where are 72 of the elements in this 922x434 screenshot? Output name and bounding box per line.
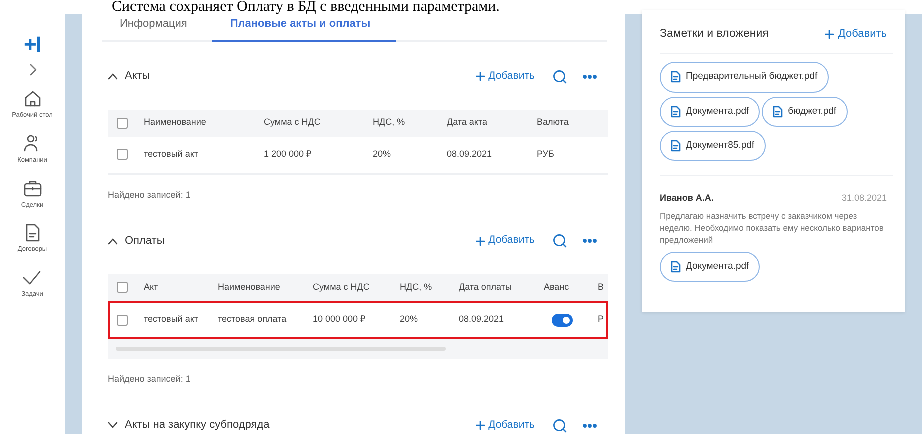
chevron-right-icon	[28, 64, 36, 76]
column-header: Аванс	[543, 280, 570, 294]
more-icon[interactable]	[583, 239, 597, 243]
search-icon[interactable]	[553, 70, 567, 84]
scrollbar[interactable]	[108, 339, 608, 359]
search-icon[interactable]	[553, 418, 567, 432]
column-header: В	[597, 280, 606, 294]
document-icon	[671, 106, 681, 118]
table-cell-text: тестовая оплата	[217, 313, 288, 326]
table-cell-text: 08.09.2021	[446, 148, 494, 161]
note-text: Предлагаю назначить встречу с заказчиком через неделю. Необходимо показать ему несколько вариантов предложений	[660, 210, 885, 246]
column-header: НДС, %	[399, 280, 434, 294]
document-icon	[671, 260, 681, 273]
table-cell-text: 1 200 000 ₽	[263, 148, 313, 161]
checkbox[interactable]	[117, 149, 128, 160]
note-date: 31.08.2021	[842, 192, 887, 205]
plus-icon	[825, 30, 834, 40]
checkbox[interactable]	[117, 314, 128, 326]
document-icon	[671, 71, 681, 84]
column-header: Сумма с НДС	[312, 280, 371, 294]
toggle-switch[interactable]	[552, 314, 573, 326]
panel-title: Заметки и вложения	[660, 27, 769, 42]
plus-icon	[476, 236, 485, 246]
tab[interactable]: Плановые акты и оплаты	[212, 14, 396, 42]
attachment-chip[interactable]: Документ85.pdf	[660, 130, 766, 161]
add-button[interactable]: Добавить	[476, 233, 535, 249]
chevron-down-icon[interactable]	[108, 422, 118, 429]
table-cell-text: РУБ	[536, 148, 556, 161]
document-caption: Система сохраняет Оплату в БД с введенными параметрами.	[111, 0, 501, 14]
section-title: Акты	[125, 69, 150, 84]
record-count: Найдено записей: 1	[108, 188, 192, 202]
briefcase-icon	[22, 178, 42, 198]
table-cell-text: тестовый акт	[143, 313, 200, 326]
column-header: Дата оплаты	[458, 280, 513, 294]
table-cell-text: 08.09.2021	[458, 313, 506, 326]
table-cell-text: 20%	[399, 313, 420, 326]
section-title: Оплаты	[125, 234, 165, 249]
plus-icon	[476, 421, 485, 430]
table-cell-text: 10 000 000 ₽	[312, 313, 367, 326]
checkbox[interactable]	[117, 282, 128, 293]
plus-icon	[476, 72, 485, 81]
attachment-chip[interactable]: бюджет.pdf	[762, 96, 848, 127]
table-cell-text: Р	[597, 313, 606, 326]
column-header: Наименование	[217, 280, 282, 294]
table-cell-text: тестовый акт	[143, 148, 200, 161]
attachment-chip[interactable]: Документа.pdf	[660, 96, 760, 127]
logo[interactable]: +I	[24, 34, 41, 56]
add-button[interactable]: Добавить	[476, 68, 535, 84]
document-icon	[773, 106, 784, 118]
chevron-up-icon[interactable]	[108, 73, 118, 80]
home-icon	[22, 89, 42, 109]
column-header: Акт	[143, 280, 160, 294]
attachment-chip[interactable]: Предварительный бюджет.pdf	[660, 62, 829, 92]
more-icon[interactable]	[583, 74, 597, 78]
attachment-chip[interactable]: Документа.pdf	[660, 252, 760, 282]
document-icon	[671, 140, 681, 152]
add-button[interactable]: Добавить	[476, 418, 535, 434]
chevron-up-icon[interactable]	[108, 238, 118, 244]
search-icon[interactable]	[553, 234, 567, 248]
note-author: Иванов А.А.	[660, 192, 714, 205]
checkbox[interactable]	[117, 118, 128, 128]
record-count: Найдено записей: 1	[108, 373, 192, 386]
add-button[interactable]: Добавить	[825, 26, 887, 43]
column-header: Сумма с НДС	[263, 116, 322, 130]
more-icon[interactable]	[583, 424, 597, 428]
tab[interactable]: Информация	[102, 14, 212, 42]
column-header: Валюта	[536, 116, 570, 130]
column-header: НДС, %	[372, 116, 406, 130]
section-title: Акты на закупку субподряда	[125, 418, 270, 434]
table-cell-text: 20%	[372, 148, 392, 161]
column-header: Наименование	[143, 116, 208, 130]
column-header: Дата акта	[446, 116, 488, 130]
